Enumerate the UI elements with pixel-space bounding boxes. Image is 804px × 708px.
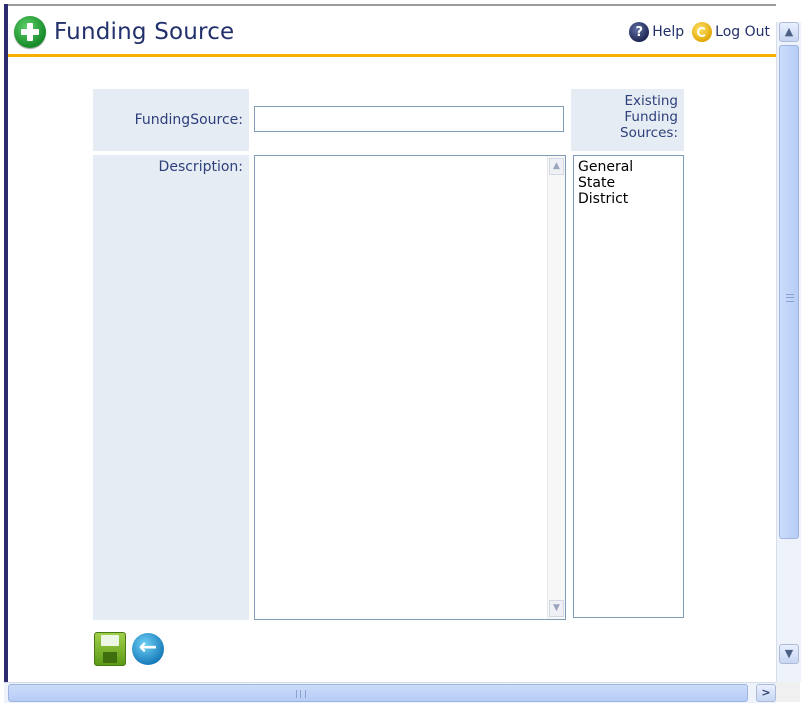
scrollbar-corner [776,682,800,702]
vertical-scrollbar[interactable]: ▲ ▼ [776,22,801,682]
logout-icon[interactable] [692,22,713,42]
description-label: Description: [93,155,249,620]
help-icon[interactable]: ? [629,22,650,42]
save-icon[interactable] [94,632,126,666]
list-item[interactable]: State [578,175,679,191]
logout-link[interactable]: Log Out [715,24,770,40]
window-top-border [4,4,776,6]
funding-source-label: FundingSource: [93,89,249,151]
scroll-right-icon[interactable]: > [756,684,776,702]
add-icon [14,16,46,48]
back-icon[interactable] [132,633,164,665]
page-title: Funding Source [54,19,235,45]
grip-icon [296,690,306,698]
horizontal-scroll-thumb[interactable] [8,684,748,702]
existing-funding-sources-label: Existing Funding Sources: [571,89,684,151]
window-left-border [4,4,8,682]
description-textarea[interactable]: ▲ ▼ [254,155,566,620]
vertical-scroll-thumb[interactable] [779,45,799,539]
page-header: Funding Source ? Help Log Out [8,8,776,56]
header-links: ? Help Log Out [629,22,770,42]
scroll-down-icon[interactable]: ▼ [549,600,564,617]
existing-funding-sources-list[interactable]: General State District [573,155,684,618]
list-item[interactable]: District [578,191,679,207]
scroll-up-icon[interactable]: ▲ [549,158,564,175]
form-actions [94,632,164,666]
list-item[interactable]: General [578,159,679,175]
grip-icon [786,294,794,302]
browser-window: Funding Source ? Help Log Out FundingSou… [0,0,804,708]
description-scrollbar[interactable]: ▲ ▼ [547,156,565,619]
horizontal-scrollbar[interactable]: > [4,682,776,703]
help-link[interactable]: Help [652,24,684,40]
funding-source-input[interactable] [254,106,564,132]
header-divider [8,54,776,57]
scroll-up-icon[interactable]: ▲ [779,22,799,42]
title-group: Funding Source [14,16,234,48]
scroll-down-icon[interactable]: ▼ [779,644,799,664]
